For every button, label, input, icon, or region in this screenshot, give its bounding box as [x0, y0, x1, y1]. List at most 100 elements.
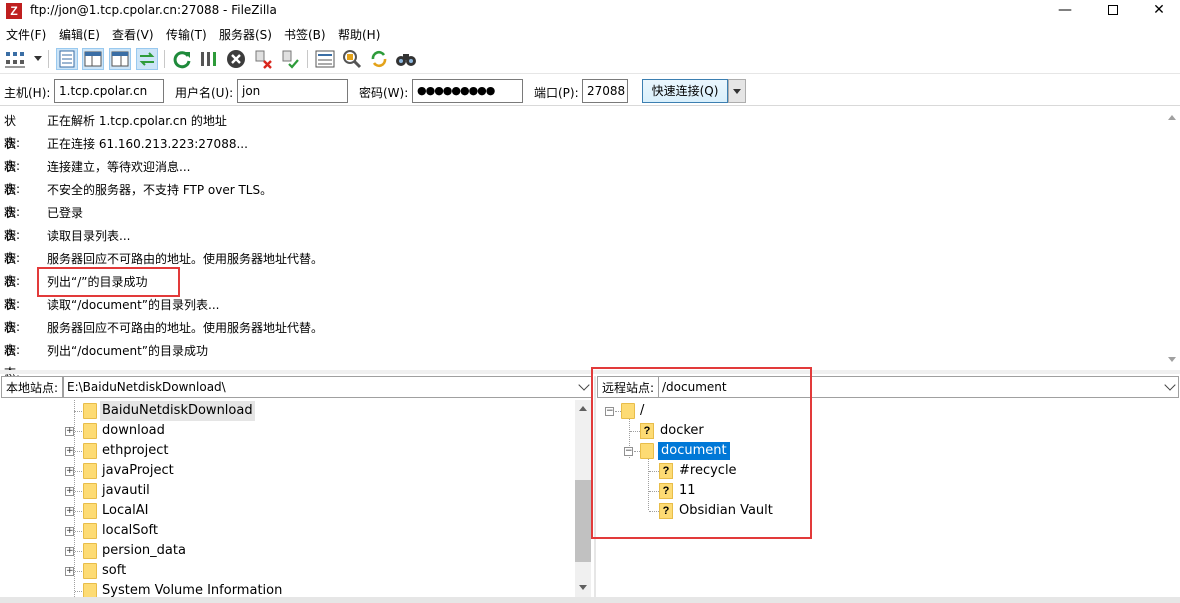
- menu-file[interactable]: 文件(F): [6, 26, 46, 43]
- cancel-button[interactable]: [225, 48, 247, 70]
- tree-branch-line: [74, 411, 82, 412]
- local-path-combo[interactable]: E:\BaiduNetdiskDownload\: [63, 376, 593, 398]
- scroll-down-icon[interactable]: [579, 585, 587, 590]
- filter-button[interactable]: [314, 48, 336, 70]
- expand-icon[interactable]: +: [65, 527, 74, 536]
- port-input[interactable]: 27088: [582, 79, 628, 103]
- tree-item-label: soft: [102, 563, 127, 578]
- expand-icon[interactable]: +: [65, 507, 74, 516]
- cancel-icon: [227, 50, 245, 68]
- quickconnect-history-dropdown[interactable]: [728, 79, 746, 103]
- folder-icon: [83, 563, 97, 579]
- folder-icon: [83, 483, 97, 499]
- menu-view[interactable]: 查看(V): [112, 26, 154, 43]
- expand-icon[interactable]: +: [65, 467, 74, 476]
- disconnect-button[interactable]: [252, 48, 274, 70]
- tree-item[interactable]: + soft: [0, 561, 575, 581]
- filter-icon: [315, 50, 335, 68]
- tree-item[interactable]: + download: [0, 421, 575, 441]
- pane-splitter[interactable]: [0, 370, 1180, 374]
- tree-branch-line: [75, 471, 82, 472]
- toggle-local-tree-button[interactable]: [82, 48, 104, 70]
- toggle-local-tree-icon: [84, 51, 102, 67]
- tree-item[interactable]: + javaProject: [0, 461, 575, 481]
- log-message: 连接建立，等待欢迎消息...: [47, 160, 191, 174]
- tree-item[interactable]: + ethproject: [0, 441, 575, 461]
- expand-icon[interactable]: +: [65, 567, 74, 576]
- tree-branch-line: [75, 451, 82, 452]
- highlight-box: [37, 267, 180, 297]
- disconnect-icon: [255, 50, 272, 69]
- scroll-down-icon[interactable]: [1168, 357, 1176, 362]
- reconnect-icon: [282, 50, 299, 69]
- process-queue-button[interactable]: [198, 48, 220, 70]
- host-input[interactable]: 1.tcp.cpolar.cn: [54, 79, 164, 103]
- close-button[interactable]: ✕: [1136, 0, 1180, 22]
- log-scrollbar[interactable]: [1164, 109, 1180, 369]
- expand-icon[interactable]: +: [65, 427, 74, 436]
- tree-branch-line: [75, 531, 82, 532]
- local-path: E:\BaiduNetdiskDownload\: [67, 380, 226, 394]
- maximize-icon: [1108, 5, 1118, 15]
- maximize-button[interactable]: [1090, 0, 1136, 22]
- compare-icon: [343, 50, 362, 69]
- menu-bar: 文件(F) 编辑(E) 查看(V) 传输(T) 服务器(S) 书签(B) 帮助(…: [0, 24, 1180, 44]
- filezilla-logo-icon: Z: [6, 3, 22, 19]
- title-bar: Z ftp://jon@1.tcp.cpolar.cn:27088 - File…: [0, 0, 1180, 22]
- chevron-down-icon[interactable]: [1164, 379, 1176, 391]
- refresh-button[interactable]: [171, 48, 193, 70]
- compare-button[interactable]: [341, 48, 363, 70]
- quickconnect-button[interactable]: 快速连接(Q): [642, 79, 728, 103]
- password-input[interactable]: ●●●●●●●●●: [412, 79, 523, 103]
- tree-item-label: javautil: [102, 483, 150, 498]
- expand-icon[interactable]: +: [65, 487, 74, 496]
- local-tree-scrollbar[interactable]: [575, 400, 591, 603]
- scroll-up-icon[interactable]: [1168, 115, 1176, 120]
- site-manager-dropdown-icon[interactable]: [34, 56, 42, 61]
- toggle-remote-tree-button[interactable]: [109, 48, 131, 70]
- username-input[interactable]: jon: [237, 79, 348, 103]
- tree-branch-line: [75, 511, 82, 512]
- site-manager-button[interactable]: [4, 48, 26, 70]
- status-bar: [0, 597, 1180, 603]
- minimize-button[interactable]: —: [1042, 0, 1088, 22]
- tree-item-label: BaiduNetdiskDownload: [100, 401, 255, 421]
- search-button[interactable]: [395, 48, 417, 70]
- expand-icon[interactable]: +: [65, 447, 74, 456]
- window-title: ftp://jon@1.tcp.cpolar.cn:27088 - FileZi…: [30, 3, 277, 17]
- site-manager-icon: [5, 52, 25, 68]
- menu-server[interactable]: 服务器(S): [219, 26, 272, 43]
- toolbar-separator: [48, 50, 49, 68]
- folder-icon: [83, 463, 97, 479]
- folder-icon: [83, 503, 97, 519]
- toolbar-separator: [307, 50, 308, 68]
- toggle-log-button[interactable]: [56, 48, 78, 70]
- menu-help[interactable]: 帮助(H): [338, 26, 380, 43]
- message-log: 状态: 正在解析 1.tcp.cpolar.cn 的地址 状态: 正在连接 61.1…: [0, 109, 1180, 380]
- log-message: 读取“/document”的目录列表...: [47, 298, 220, 312]
- reconnect-button[interactable]: [279, 48, 301, 70]
- refresh-icon: [173, 51, 191, 69]
- log-message: 不安全的服务器，不支持 FTP over TLS。: [47, 183, 273, 197]
- menu-edit[interactable]: 编辑(E): [59, 26, 100, 43]
- tree-item[interactable]: + javautil: [0, 481, 575, 501]
- tree-item[interactable]: + localSoft: [0, 521, 575, 541]
- scroll-thumb[interactable]: [575, 480, 591, 562]
- tree-branch-line: [75, 551, 82, 552]
- chevron-down-icon[interactable]: [578, 379, 590, 391]
- tree-item[interactable]: + persion_data: [0, 541, 575, 561]
- menu-bookmarks[interactable]: 书签(B): [284, 26, 326, 43]
- log-message: 读取目录列表...: [47, 229, 131, 243]
- scroll-up-icon[interactable]: [579, 406, 587, 411]
- menu-transfer[interactable]: 传输(T): [166, 26, 207, 43]
- tree-item[interactable]: + LocalAI: [0, 501, 575, 521]
- process-queue-icon: [201, 52, 216, 66]
- toggle-queue-button[interactable]: [136, 48, 158, 70]
- tree-item-label: download: [102, 423, 165, 438]
- toggle-remote-tree-icon: [111, 51, 129, 67]
- expand-icon[interactable]: +: [65, 547, 74, 556]
- tree-item-label: localSoft: [102, 523, 158, 538]
- host-label: 主机(H):: [4, 86, 51, 100]
- sync-browse-button[interactable]: [368, 48, 390, 70]
- tree-item[interactable]: BaiduNetdiskDownload: [0, 401, 575, 421]
